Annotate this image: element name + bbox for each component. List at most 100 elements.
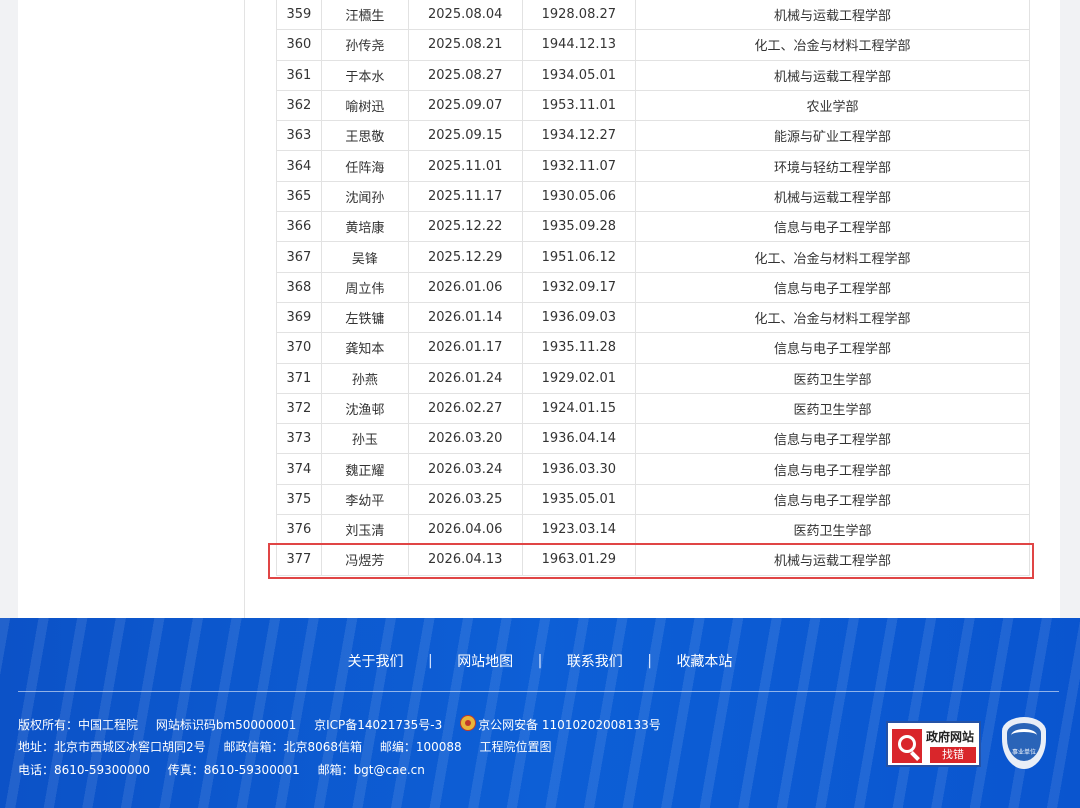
row-name: 汪槱生 (320, 0, 409, 31)
table-row: 368 周立伟 2026.01.06 1932.09.17 信息与电子工程学部 (276, 271, 1030, 303)
row-department: 机械与运载工程学部 (635, 544, 1030, 576)
table-row: 376 刘玉清 2026.04.06 1923.03.14 医药卫生学部 (276, 514, 1030, 546)
table-row: 361 于本水 2025.08.27 1934.05.01 机械与运载工程学部 (276, 59, 1030, 91)
public-institution-badge[interactable]: 事业单位 (1002, 717, 1046, 769)
row-name: 冯煜芳 (320, 544, 409, 576)
footer-divider (18, 691, 1059, 692)
table-row: 373 孙玉 2026.03.20 1936.04.14 信息与电子工程学部 (276, 423, 1030, 455)
row-number: 365 (276, 180, 322, 213)
row-department: 能源与矿业工程学部 (635, 120, 1030, 152)
email-text: 邮箱：bgt@cae.cn (317, 763, 425, 777)
row-death-date: 2025.11.01 (407, 150, 523, 182)
left-sidebar-panel (18, 0, 244, 618)
row-department: 信息与电子工程学部 (635, 453, 1030, 485)
row-birth-date: 1932.11.07 (521, 150, 637, 182)
row-death-date: 2025.12.29 (407, 241, 523, 273)
location-map-link[interactable]: 工程院位置图 (479, 740, 551, 754)
footer-nav: 关于我们 | 网站地图 | 联系我们 | 收藏本站 (0, 651, 1080, 671)
row-birth-date: 1951.06.12 (521, 241, 637, 273)
row-number: 373 (276, 423, 322, 455)
row-name: 孙传尧 (320, 29, 409, 61)
row-department: 信息与电子工程学部 (635, 211, 1030, 243)
row-death-date: 2025.08.27 (407, 59, 523, 91)
row-department: 信息与电子工程学部 (635, 271, 1030, 303)
police-badge-icon (460, 715, 477, 731)
row-death-date: 2026.04.06 (407, 514, 523, 546)
row-number: 363 (276, 120, 322, 152)
row-death-date: 2026.03.24 (407, 453, 523, 485)
row-number: 376 (276, 514, 322, 546)
table-row: 374 魏正耀 2026.03.24 1936.03.30 信息与电子工程学部 (276, 453, 1030, 485)
footer-link-contact[interactable]: 联系我们 (547, 651, 643, 671)
bridge-icon (1011, 729, 1037, 742)
icp-link[interactable]: 京ICP备14021735号-3 (314, 718, 442, 732)
table-row: 363 王思敬 2025.09.15 1934.12.27 能源与矿业工程学部 (276, 120, 1030, 152)
gov-website-error-badge[interactable]: 政府网站 找错 (886, 721, 981, 767)
row-name: 李幼平 (320, 483, 409, 516)
row-name: 孙燕 (320, 362, 409, 394)
row-name: 沈渔邨 (320, 392, 409, 425)
row-number: 366 (276, 211, 322, 243)
row-death-date: 2026.01.24 (407, 362, 523, 394)
row-birth-date: 1935.09.28 (521, 211, 637, 243)
row-number: 361 (276, 59, 322, 91)
row-department: 化工、冶金与材料工程学部 (635, 301, 1030, 334)
page: 359 汪槱生 2025.08.04 1928.08.27 机械与运载工程学部 360 孙传… (0, 0, 1080, 808)
row-death-date: 2026.01.17 (407, 332, 523, 364)
row-department: 医药卫生学部 (635, 362, 1030, 394)
row-number: 367 (276, 241, 322, 273)
footer-separator: | (537, 653, 543, 669)
row-death-date: 2025.08.04 (407, 0, 523, 31)
row-number: 375 (276, 483, 322, 516)
row-number: 368 (276, 271, 322, 303)
table-row: 364 任阵海 2025.11.01 1932.11.07 环境与轻纺工程学部 (276, 150, 1030, 182)
row-death-date: 2026.02.27 (407, 392, 523, 425)
table-row: 369 左铁镛 2026.01.14 1936.09.03 化工、冶金与材料工程学部 (276, 301, 1030, 334)
row-name: 黄培康 (320, 211, 409, 243)
table-row: 365 沈闻孙 2025.11.17 1930.05.06 机械与运载工程学部 (276, 180, 1030, 213)
row-department: 机械与运载工程学部 (635, 0, 1030, 31)
row-birth-date: 1930.05.06 (521, 180, 637, 213)
row-death-date: 2025.09.15 (407, 120, 523, 152)
table-row: 367 吴锋 2025.12.29 1951.06.12 化工、冶金与材料工程学部 (276, 241, 1030, 273)
footer-background-pattern (0, 618, 1080, 808)
row-death-date: 2026.03.20 (407, 423, 523, 455)
row-department: 医药卫生学部 (635, 392, 1030, 425)
postbox-text: 邮政信箱：北京8068信箱 (223, 740, 363, 754)
row-name: 王思敬 (320, 120, 409, 152)
magnifier-icon (892, 729, 922, 763)
footer-link-about[interactable]: 关于我们 (328, 651, 424, 671)
row-department: 化工、冶金与材料工程学部 (635, 29, 1030, 61)
row-number: 374 (276, 453, 322, 485)
row-department: 农业学部 (635, 89, 1030, 122)
row-number: 360 (276, 29, 322, 61)
row-name: 刘玉清 (320, 514, 409, 546)
row-birth-date: 1936.09.03 (521, 301, 637, 334)
table-row: 366 黄培康 2025.12.22 1935.09.28 信息与电子工程学部 (276, 211, 1030, 243)
row-death-date: 2026.04.13 (407, 544, 523, 576)
row-department: 化工、冶金与材料工程学部 (635, 241, 1030, 273)
row-death-date: 2025.12.22 (407, 211, 523, 243)
row-number: 377 (276, 544, 322, 576)
row-name: 沈闻孙 (320, 180, 409, 213)
row-birth-date: 1928.08.27 (521, 0, 637, 31)
footer-link-bookmark[interactable]: 收藏本站 (656, 651, 752, 671)
row-death-date: 2026.01.14 (407, 301, 523, 334)
row-department: 环境与轻纺工程学部 (635, 150, 1030, 182)
table-row: 371 孙燕 2026.01.24 1929.02.01 医药卫生学部 (276, 362, 1030, 394)
fax-text: 传真：8610-59300001 (167, 763, 300, 777)
postcode-text: 邮编：100088 (379, 740, 462, 754)
row-birth-date: 1935.05.01 (521, 483, 637, 516)
address-text: 地址：北京市西城区冰窖口胡同2号 (18, 740, 206, 754)
row-birth-date: 1929.02.01 (521, 362, 637, 394)
row-number: 364 (276, 150, 322, 182)
row-department: 信息与电子工程学部 (635, 423, 1030, 455)
footer-link-sitemap[interactable]: 网站地图 (437, 651, 533, 671)
row-number: 369 (276, 301, 322, 334)
public-security-link[interactable]: 京公网安备 11010202008133号 (478, 718, 661, 732)
footer-info-line-1: 版权所有：中国工程院 网站标识码bm50000001 京ICP备14021735… (18, 715, 675, 733)
row-birth-date: 1923.03.14 (521, 514, 637, 546)
row-birth-date: 1924.01.15 (521, 392, 637, 425)
row-name: 于本水 (320, 59, 409, 91)
row-department: 信息与电子工程学部 (635, 483, 1030, 516)
